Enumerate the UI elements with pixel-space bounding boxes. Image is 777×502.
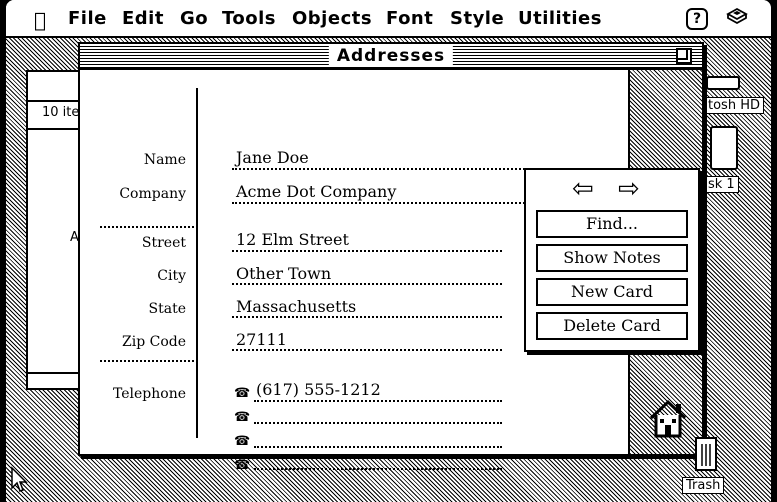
zip-code-label: Zip Code — [121, 334, 186, 350]
street-label: Street — [141, 235, 186, 251]
field-divider — [196, 88, 198, 438]
navigation-palette: ⇦ ⇨ Find... Show Notes New Card Delete C… — [524, 168, 700, 352]
floppy-disk-icon[interactable] — [710, 126, 738, 170]
delete-card-button[interactable]: Delete Card — [536, 312, 688, 340]
help-icon[interactable]: ? — [686, 8, 708, 30]
item-count: 10 ite — [42, 105, 80, 120]
telephone-field-1[interactable]: (617) 555-1212 — [256, 380, 381, 399]
zip-code-field[interactable]: 27111 — [236, 330, 287, 349]
trash-icon[interactable] — [692, 432, 720, 476]
window-title-bar[interactable]: Addresses — [80, 44, 702, 70]
menu-font[interactable]: Font — [386, 8, 433, 29]
previous-card-arrow-icon[interactable]: ⇦ — [572, 174, 594, 204]
apple-menu-icon[interactable]:  — [34, 8, 46, 32]
city-label: City — [157, 268, 186, 284]
desktop:  File Edit Go Tools Objects Font Style … — [6, 0, 771, 502]
mouse-pointer-icon — [10, 466, 28, 498]
menu-bar:  File Edit Go Tools Objects Font Style … — [6, 0, 771, 38]
name-field[interactable]: Jane Doe — [236, 148, 309, 167]
hard-disk-icon[interactable] — [706, 76, 740, 90]
find-button[interactable]: Find... — [536, 210, 688, 238]
menu-tools[interactable]: Tools — [222, 8, 276, 29]
menu-file[interactable]: File — [68, 8, 107, 29]
home-icon[interactable] — [648, 398, 688, 442]
menu-style[interactable]: Style — [450, 8, 504, 29]
telephone-icon: ☎ — [234, 410, 251, 425]
separator — [100, 360, 194, 362]
telephone-icon: ☎ — [234, 386, 251, 401]
hard-disk-label[interactable]: tosh HD — [704, 97, 764, 114]
menu-go[interactable]: Go — [180, 8, 208, 29]
menu-objects[interactable]: Objects — [292, 8, 372, 29]
floppy-disk-label[interactable]: sk 1 — [704, 176, 739, 193]
city-field[interactable]: Other Town — [236, 264, 331, 283]
menu-utilities[interactable]: Utilities — [518, 8, 602, 29]
telephone-icon: ☎ — [234, 434, 251, 449]
trash-label[interactable]: Trash — [682, 477, 725, 494]
telephone-label: Telephone — [112, 386, 186, 402]
company-field[interactable]: Acme Dot Company — [236, 182, 396, 201]
state-label: State — [148, 301, 186, 317]
state-field[interactable]: Massachusetts — [236, 297, 356, 316]
street-field[interactable]: 12 Elm Street — [236, 230, 349, 249]
show-notes-button[interactable]: Show Notes — [536, 244, 688, 272]
separator — [100, 226, 194, 228]
next-card-arrow-icon[interactable]: ⇨ — [618, 174, 640, 204]
new-card-button[interactable]: New Card — [536, 278, 688, 306]
zoom-box-icon[interactable] — [676, 48, 692, 64]
telephone-icon: ☎ — [234, 458, 251, 473]
menu-edit[interactable]: Edit — [122, 8, 164, 29]
name-label: Name — [143, 152, 186, 168]
window-title: Addresses — [328, 46, 454, 66]
hypercard-stack-icon[interactable] — [726, 6, 748, 31]
company-label: Company — [119, 186, 186, 202]
